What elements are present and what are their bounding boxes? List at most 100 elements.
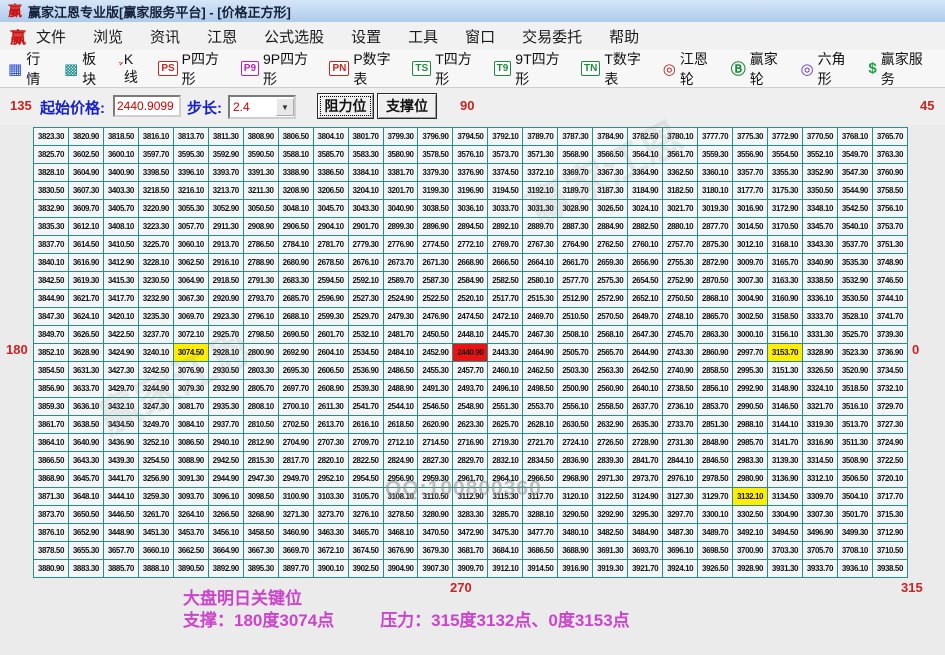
price-cell[interactable]: 3727.30 xyxy=(872,416,907,434)
price-cell[interactable]: 3566.50 xyxy=(593,146,628,164)
price-cell[interactable]: 3876.10 xyxy=(34,524,69,542)
price-cell[interactable]: 3667.30 xyxy=(243,542,278,560)
price-cell[interactable]: 2620.90 xyxy=(418,416,453,434)
price-cell[interactable]: 2503.30 xyxy=(558,362,593,380)
toolbar-item-行情[interactable]: ▦行情 xyxy=(8,49,51,89)
price-cell[interactable]: 2832.10 xyxy=(488,452,523,470)
price-cell[interactable]: 3784.90 xyxy=(593,128,628,146)
price-cell[interactable]: 2534.50 xyxy=(348,344,383,362)
price-cell[interactable]: 2695.30 xyxy=(278,362,313,380)
price-cell[interactable]: 3705.70 xyxy=(802,542,837,560)
price-cell[interactable]: 3441.70 xyxy=(103,470,138,488)
price-cell[interactable]: 3621.70 xyxy=(68,290,103,308)
price-cell[interactable]: 3182.50 xyxy=(663,182,698,200)
price-cell[interactable]: 2469.70 xyxy=(523,308,558,326)
price-cell[interactable]: 2668.90 xyxy=(453,254,488,272)
price-cell[interactable]: 3331.30 xyxy=(802,326,837,344)
price-cell[interactable]: 3818.50 xyxy=(103,128,138,146)
price-cell[interactable]: 3926.50 xyxy=(698,560,733,578)
price-cell[interactable]: 2728.90 xyxy=(628,434,663,452)
price-cell[interactable]: 2505.70 xyxy=(558,344,593,362)
price-cell[interactable]: 2983.30 xyxy=(733,452,768,470)
price-cell[interactable]: 3129.70 xyxy=(698,488,733,506)
price-cell[interactable]: 2779.30 xyxy=(348,236,383,254)
price-cell[interactable]: 3607.30 xyxy=(68,182,103,200)
price-cell[interactable]: 3362.50 xyxy=(663,164,698,182)
price-cell[interactable]: 3453.70 xyxy=(173,524,208,542)
price-cell[interactable]: 3468.10 xyxy=(383,524,418,542)
price-cell[interactable]: 2496.10 xyxy=(488,380,523,398)
price-cell[interactable]: 3055.30 xyxy=(173,200,208,218)
price-cell[interactable]: 2517.70 xyxy=(488,290,523,308)
price-cell[interactable]: 3026.50 xyxy=(593,200,628,218)
price-cell[interactable]: 2815.30 xyxy=(243,452,278,470)
menu-item-9[interactable]: 帮助 xyxy=(609,26,639,47)
price-cell[interactable]: 2584.90 xyxy=(453,272,488,290)
price-cell[interactable]: 2853.70 xyxy=(698,398,733,416)
price-cell[interactable]: 3021.70 xyxy=(663,200,698,218)
price-cell[interactable]: 3100.90 xyxy=(278,488,313,506)
price-cell[interactable]: 3170.50 xyxy=(768,218,803,236)
price-cell[interactable]: 3828.10 xyxy=(34,164,69,182)
price-cell[interactable]: 2786.50 xyxy=(243,236,278,254)
price-cell[interactable]: 2949.70 xyxy=(278,470,313,488)
price-cell[interactable]: 2827.30 xyxy=(418,452,453,470)
price-cell[interactable]: 3381.70 xyxy=(383,164,418,182)
price-cell[interactable]: 3588.10 xyxy=(278,146,313,164)
toolbar-item-T数字表[interactable]: TNT数字表 xyxy=(581,49,650,89)
price-cell[interactable]: 3756.10 xyxy=(872,200,907,218)
price-cell[interactable]: 3775.30 xyxy=(733,128,768,146)
price-cell[interactable]: 3360.10 xyxy=(698,164,733,182)
price-cell[interactable]: 2457.70 xyxy=(453,362,488,380)
price-cell[interactable]: 3273.70 xyxy=(313,506,348,524)
price-cell[interactable]: 3151.30 xyxy=(768,362,803,380)
price-cell[interactable]: 2877.70 xyxy=(698,218,733,236)
price-cell[interactable]: 2481.70 xyxy=(383,326,418,344)
price-cell[interactable]: 3712.90 xyxy=(872,524,907,542)
price-cell[interactable]: 2539.30 xyxy=(348,380,383,398)
price-cell[interactable]: 3302.50 xyxy=(733,506,768,524)
price-cell[interactable]: 3458.50 xyxy=(243,524,278,542)
price-cell[interactable]: 2918.50 xyxy=(208,272,243,290)
price-cell[interactable]: 2690.50 xyxy=(278,326,313,344)
price-cell[interactable]: 2968.90 xyxy=(558,470,593,488)
price-cell[interactable]: 3530.50 xyxy=(837,290,872,308)
price-cell[interactable]: 2959.30 xyxy=(418,470,453,488)
price-cell[interactable]: 2733.70 xyxy=(663,416,698,434)
price-cell[interactable]: 3739.30 xyxy=(872,326,907,344)
price-cell[interactable]: 2822.50 xyxy=(348,452,383,470)
price-cell[interactable]: 3427.30 xyxy=(103,362,138,380)
price-cell[interactable]: 3290.50 xyxy=(558,506,593,524)
price-cell[interactable]: 2606.50 xyxy=(313,362,348,380)
toolbar-item-赢家服务[interactable]: $赢家服务 xyxy=(868,49,932,89)
price-cell[interactable]: 3256.90 xyxy=(138,470,173,488)
price-cell[interactable]: 3117.70 xyxy=(523,488,558,506)
price-cell[interactable]: 2467.30 xyxy=(523,326,558,344)
price-cell[interactable]: 3674.50 xyxy=(348,542,383,560)
price-cell[interactable]: 2803.30 xyxy=(243,362,278,380)
price-cell[interactable]: 3177.70 xyxy=(733,182,768,200)
price-cell[interactable]: 2455.30 xyxy=(418,362,453,380)
price-cell[interactable]: 3235.30 xyxy=(138,308,173,326)
price-cell[interactable]: 2683.30 xyxy=(278,272,313,290)
menu-item-3[interactable]: 江恩 xyxy=(207,26,237,47)
price-cell[interactable]: 3076.90 xyxy=(173,362,208,380)
price-cell[interactable]: 3271.30 xyxy=(278,506,313,524)
price-cell[interactable]: 3523.30 xyxy=(837,344,872,362)
price-cell[interactable]: 2800.90 xyxy=(243,344,278,362)
price-cell[interactable]: 2954.50 xyxy=(348,470,383,488)
price-cell[interactable]: 3619.30 xyxy=(68,272,103,290)
price-cell[interactable]: 3542.50 xyxy=(837,200,872,218)
price-cell[interactable]: 3093.70 xyxy=(173,488,208,506)
price-cell[interactable]: 3487.30 xyxy=(663,524,698,542)
price-cell[interactable]: 3633.70 xyxy=(68,380,103,398)
price-cell[interactable]: 3223.30 xyxy=(138,218,173,236)
toolbar-item-T四方形[interactable]: TST四方形 xyxy=(412,49,480,89)
price-cell[interactable]: 3014.50 xyxy=(733,218,768,236)
price-cell[interactable]: 3175.30 xyxy=(768,182,803,200)
price-cell[interactable]: 3321.70 xyxy=(802,398,837,416)
price-cell[interactable]: 2532.10 xyxy=(348,326,383,344)
price-cell[interactable]: 3664.90 xyxy=(208,542,243,560)
price-cell[interactable]: 2582.50 xyxy=(488,272,523,290)
price-cell[interactable]: 2546.50 xyxy=(418,398,453,416)
